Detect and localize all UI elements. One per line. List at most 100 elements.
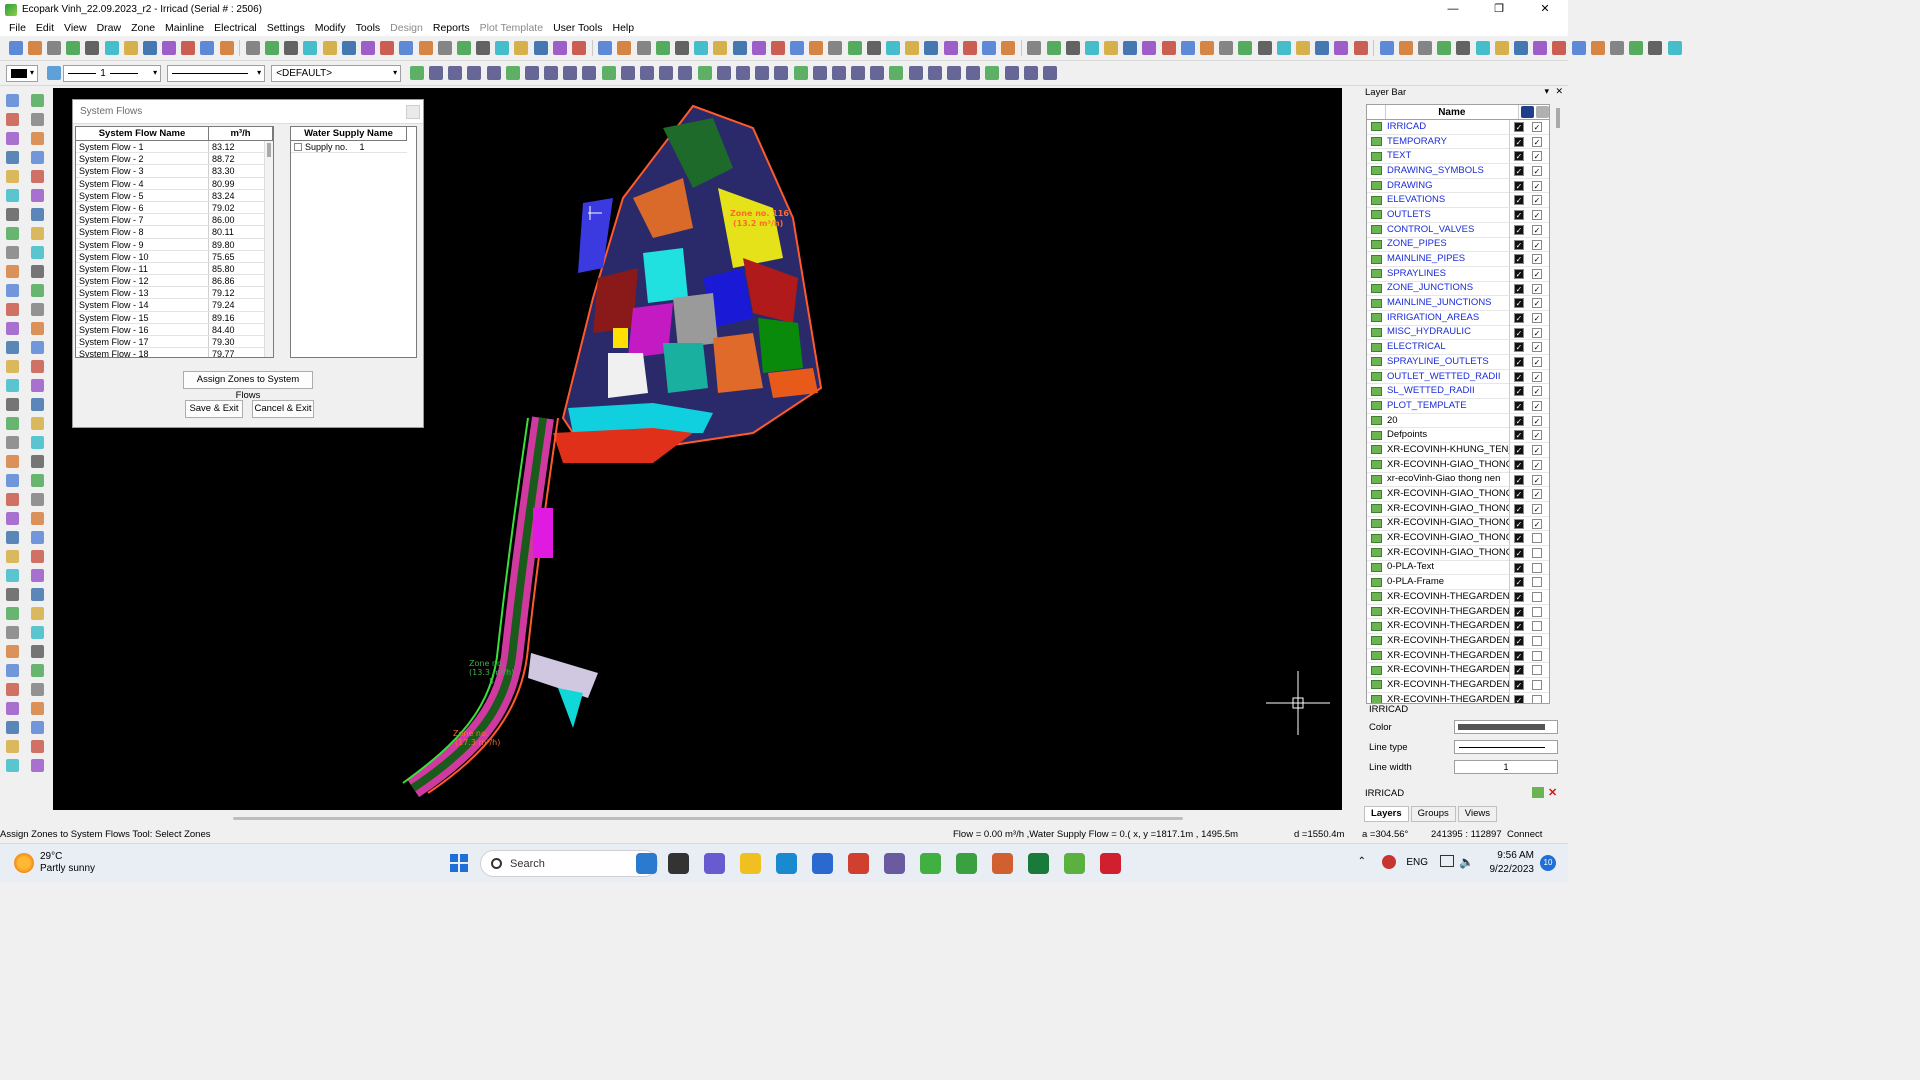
app-icon[interactable] <box>920 853 941 874</box>
tool-button-icon[interactable] <box>1353 41 1368 55</box>
scroll-thumb[interactable] <box>233 817 1183 820</box>
toolbox-icon[interactable] <box>31 569 44 582</box>
toolbox-icon[interactable] <box>31 417 44 430</box>
chrome-icon[interactable] <box>848 853 869 874</box>
tool-button-icon[interactable] <box>284 41 299 55</box>
chrome-profile-icon[interactable] <box>992 853 1013 874</box>
tool-button-icon[interactable] <box>866 41 881 55</box>
flow-row[interactable]: System Flow - 9 89.80 <box>76 238 273 251</box>
layer-row[interactable]: IRRIGATION_AREAS ✓ ✓ <box>1367 310 1549 326</box>
file-explorer-icon[interactable] <box>740 853 761 874</box>
toolbox-icon[interactable] <box>31 379 44 392</box>
tool-button-icon[interactable] <box>322 41 337 55</box>
menu-plot-template[interactable]: Plot Template <box>475 22 548 34</box>
tool-button-icon[interactable] <box>828 41 843 55</box>
tool-button-icon[interactable] <box>1219 41 1234 55</box>
assign-zones-button[interactable]: Assign Zones to System Flows <box>183 371 313 401</box>
excel-icon[interactable] <box>1028 853 1049 874</box>
toolbox-icon[interactable] <box>31 265 44 278</box>
toolbox-icon[interactable] <box>6 360 19 373</box>
tool-button-icon[interactable] <box>1590 41 1605 55</box>
flow-row[interactable]: System Flow - 4 80.99 <box>76 177 273 190</box>
layer-visible-checkbox[interactable]: ✓ <box>1514 547 1524 558</box>
layer-print-checkbox[interactable]: ✓ <box>1532 239 1542 250</box>
tool-button-icon[interactable] <box>809 41 824 55</box>
printer-icon[interactable] <box>1535 106 1549 118</box>
draw-tool-icon[interactable] <box>927 66 942 80</box>
layer-row[interactable]: DRAWING_SYMBOLS ✓ ✓ <box>1367 163 1549 179</box>
draw-tool-icon[interactable] <box>851 66 866 80</box>
tool-button-icon[interactable] <box>1552 41 1567 55</box>
layer-row[interactable]: XR-ECOVINH-GIAO_THONG_ ✓ ✓ <box>1367 501 1549 517</box>
toolbox-icon[interactable] <box>31 683 44 696</box>
layer-visible-checkbox[interactable]: ✓ <box>1514 239 1524 250</box>
autocad-icon[interactable] <box>1100 853 1121 874</box>
tool-button-icon[interactable] <box>790 41 805 55</box>
layer-row[interactable]: XR-ECOVINH-GIAO_THONG_ ✓ ✓ <box>1367 487 1549 502</box>
tool-button-icon[interactable] <box>46 41 61 55</box>
layer-visible-checkbox[interactable]: ✓ <box>1514 577 1524 588</box>
supply-checkbox[interactable] <box>294 142 302 151</box>
layer-row[interactable]: XR-ECOVINH-THEGARDEN-C ✓ <box>1367 648 1549 664</box>
toolbox-icon[interactable] <box>6 721 19 734</box>
layer-delete-icon[interactable]: ✕ <box>1548 786 1557 799</box>
save-exit-button[interactable]: Save & Exit <box>185 400 243 418</box>
toolbox-icon[interactable] <box>6 474 19 487</box>
layer-print-checkbox[interactable] <box>1532 547 1542 558</box>
toolbox-icon[interactable] <box>6 246 19 259</box>
tool-button-icon[interactable] <box>219 41 234 55</box>
toolbox-icon[interactable] <box>31 284 44 297</box>
app-icon[interactable] <box>956 853 977 874</box>
toolbox-icon[interactable] <box>6 607 19 620</box>
draw-tool-icon[interactable] <box>908 66 923 80</box>
layer-print-checkbox[interactable]: ✓ <box>1532 283 1542 294</box>
flow-row[interactable]: System Flow - 12 86.86 <box>76 275 273 288</box>
menu-electrical[interactable]: Electrical <box>209 22 262 34</box>
toolbox-icon[interactable] <box>6 303 19 316</box>
layer-print-checkbox[interactable]: ✓ <box>1532 151 1542 162</box>
layer-row[interactable]: 20 ✓ ✓ <box>1367 413 1549 429</box>
menu-reports[interactable]: Reports <box>428 22 475 34</box>
toolbox-icon[interactable] <box>6 170 19 183</box>
toolbox-icon[interactable] <box>31 664 44 677</box>
layer-visible-checkbox[interactable]: ✓ <box>1514 166 1524 177</box>
toolbox-icon[interactable] <box>31 455 44 468</box>
flow-row[interactable]: System Flow - 16 84.40 <box>76 323 273 336</box>
layer-row[interactable]: XR-ECOVINH-THEGARDEN-C ✓ <box>1367 677 1549 693</box>
layer-visible-checkbox[interactable]: ✓ <box>1514 533 1524 544</box>
layer-row[interactable]: PLOT_TEMPLATE ✓ ✓ <box>1367 398 1549 414</box>
dialog-close-button[interactable] <box>406 105 420 119</box>
tool-button-icon[interactable] <box>1514 41 1529 55</box>
toolbox-icon[interactable] <box>31 740 44 753</box>
tool-button-icon[interactable] <box>437 41 452 55</box>
tool-button-icon[interactable] <box>495 41 510 55</box>
layer-visible-checkbox[interactable]: ✓ <box>1514 122 1524 132</box>
draw-tool-icon[interactable] <box>659 66 674 80</box>
layer-print-checkbox[interactable]: ✓ <box>1532 386 1542 397</box>
flow-row[interactable]: System Flow - 11 85.80 <box>76 262 273 276</box>
menu-user-tools[interactable]: User Tools <box>548 22 607 34</box>
toolbox-icon[interactable] <box>31 702 44 715</box>
layer-print-checkbox[interactable]: ✓ <box>1532 254 1542 265</box>
layer-row[interactable]: Defpoints ✓ ✓ <box>1367 428 1549 444</box>
tool-button-icon[interactable] <box>1238 41 1253 55</box>
draw-tool-icon[interactable] <box>428 66 443 80</box>
layer-print-checkbox[interactable] <box>1532 592 1542 602</box>
network-icon[interactable] <box>1440 855 1454 867</box>
draw-tool-icon[interactable] <box>870 66 885 80</box>
layer-print-checkbox[interactable]: ✓ <box>1532 489 1542 500</box>
tool-button-icon[interactable] <box>1046 41 1061 55</box>
store-icon[interactable] <box>812 853 833 874</box>
toolbox-icon[interactable] <box>31 550 44 563</box>
toolbox-icon[interactable] <box>31 151 44 164</box>
tool-button-icon[interactable] <box>1257 41 1272 55</box>
layer-print-checkbox[interactable]: ✓ <box>1532 122 1542 132</box>
horizontal-scrollbar[interactable] <box>53 811 1342 825</box>
toolbox-icon[interactable] <box>31 512 44 525</box>
flow-row[interactable]: System Flow - 10 75.65 <box>76 250 273 263</box>
menu-edit[interactable]: Edit <box>31 22 59 34</box>
tool-button-icon[interactable] <box>303 41 318 55</box>
tool-button-icon[interactable] <box>552 41 567 55</box>
draw-tool-icon[interactable] <box>620 66 635 80</box>
draw-tool-icon[interactable] <box>985 66 1000 80</box>
